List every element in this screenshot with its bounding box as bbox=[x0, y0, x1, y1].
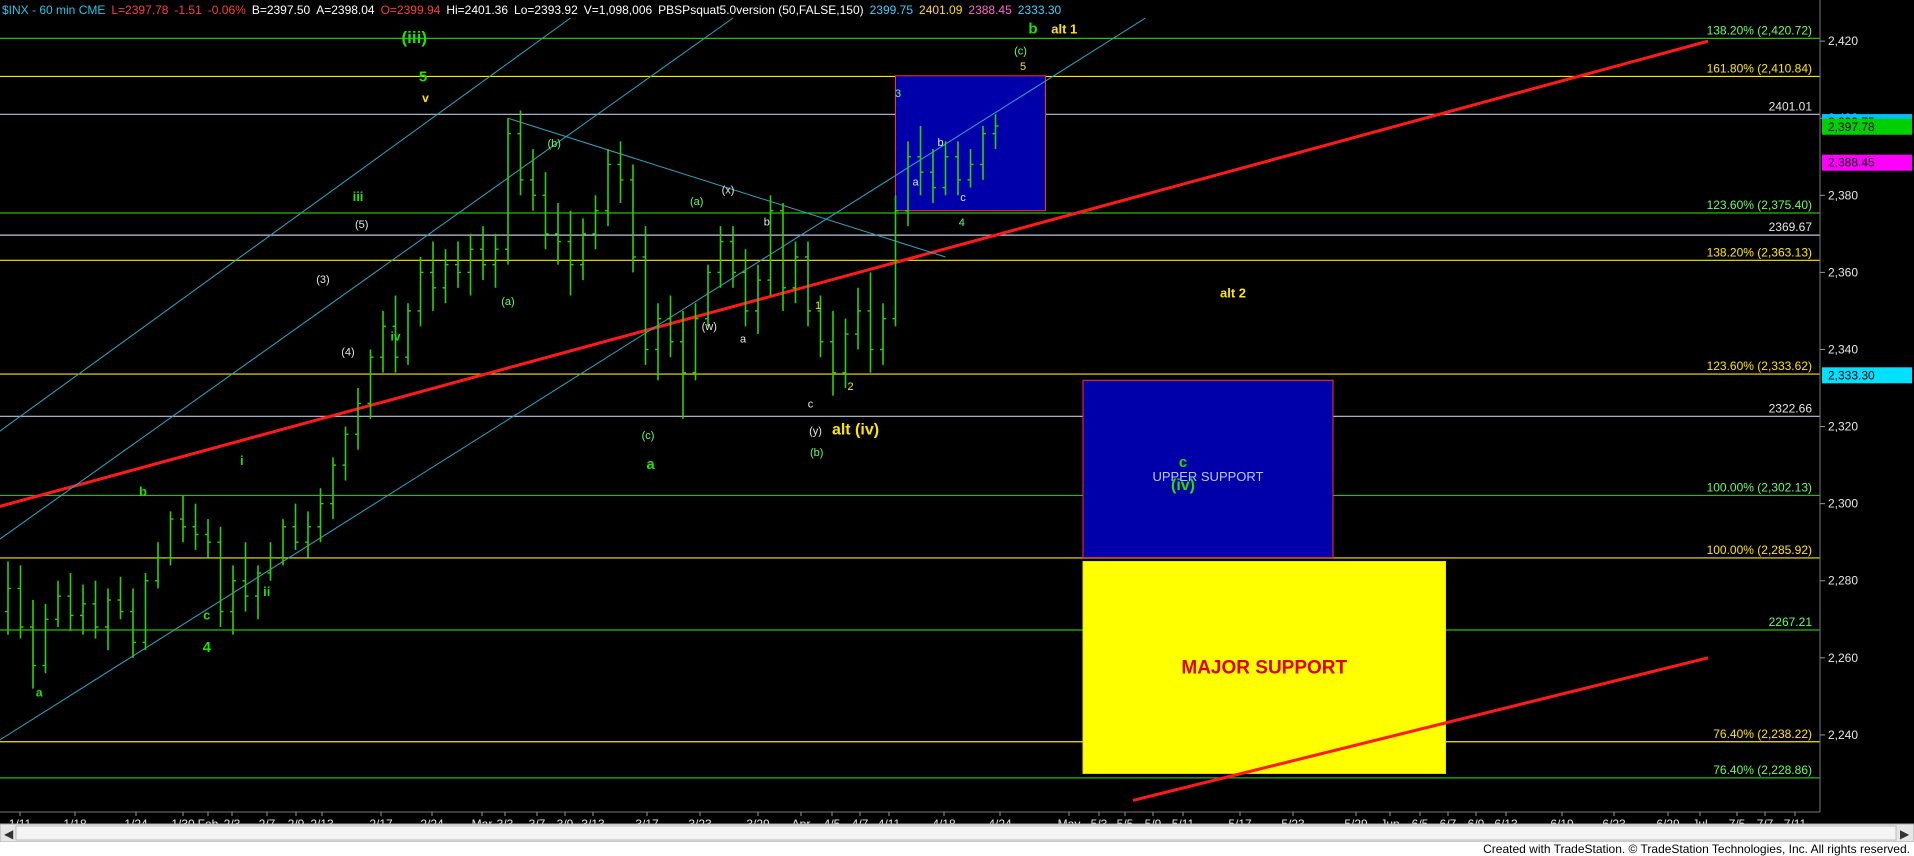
wave-label-5: (c) bbox=[1014, 46, 1027, 58]
wave-label-3: b bbox=[1028, 20, 1037, 37]
wave-label-34: (iv) bbox=[1171, 477, 1195, 494]
wave-label-22: (w) bbox=[702, 321, 717, 333]
scroll-right-icon: ▶ bbox=[1900, 827, 1910, 841]
header-field-10: PBSPsquat5.0version (50,FALSE,150) bbox=[658, 3, 863, 17]
wave-label-40: a bbox=[36, 685, 43, 699]
header-field-14: 2333.30 bbox=[1018, 3, 1062, 17]
wave-label-14: (x) bbox=[722, 184, 735, 196]
level-label-8: 100.00% (2,302.13) bbox=[1707, 480, 1812, 494]
wave-label-30: (c) bbox=[642, 430, 655, 442]
y-tick-label: 2,300 bbox=[1828, 497, 1858, 511]
level-label-12: 76.40% (2,228.86) bbox=[1713, 763, 1812, 777]
header-field-4: B=2397.50 bbox=[252, 3, 311, 17]
level-label-5: 138.20% (2,363.13) bbox=[1707, 245, 1812, 259]
y-tick-label: 2,320 bbox=[1828, 420, 1858, 434]
wave-label-37: ii bbox=[263, 584, 270, 599]
wave-label-18: (3) bbox=[316, 274, 329, 286]
price-chart: 138.20% (2,420.72) 161.80% (2,410.84) 2401… bbox=[0, 0, 1914, 856]
y-tick-label: 2,380 bbox=[1828, 188, 1858, 202]
wave-label-9: a bbox=[912, 177, 919, 189]
level-label-0: 138.20% (2,420.72) bbox=[1707, 23, 1812, 37]
y-tick-label: 2,240 bbox=[1828, 728, 1858, 742]
level-label-1: 161.80% (2,410.84) bbox=[1707, 61, 1812, 75]
header-field-9: V=1,098,006 bbox=[584, 3, 653, 17]
wave-label-15: b bbox=[764, 216, 770, 228]
wave-label-36: i bbox=[240, 453, 244, 468]
wave-label-13: (a) bbox=[690, 196, 703, 208]
footer-credit: Created with TradeStation. © TradeStatio… bbox=[1483, 842, 1910, 856]
wave-label-10: c bbox=[960, 192, 966, 204]
level-label-9: 100.00% (2,285.92) bbox=[1707, 543, 1812, 557]
level-label-6: 123.60% (2,333.62) bbox=[1707, 359, 1812, 373]
wave-label-0: (iii) bbox=[402, 28, 428, 47]
header-field-2: -1.51 bbox=[174, 3, 202, 17]
header-field-13: 2388.45 bbox=[968, 3, 1012, 17]
level-label-10: 2267.21 bbox=[1769, 615, 1813, 629]
wave-label-2: v bbox=[422, 91, 429, 105]
chart-area: 138.20% (2,420.72) 161.80% (2,410.84) 2401… bbox=[0, 0, 1914, 856]
wave-label-25: 2 bbox=[847, 381, 853, 393]
header-field-12: 2401.09 bbox=[919, 3, 963, 17]
level-label-3: 123.60% (2,375.40) bbox=[1707, 198, 1812, 212]
y-tick-label: 2,420 bbox=[1828, 34, 1858, 48]
header-field-1: L=2397.78 bbox=[111, 3, 168, 17]
header-field-8: Lo=2393.92 bbox=[514, 3, 578, 17]
wave-label-21: (a) bbox=[501, 296, 514, 308]
wave-label-8: b bbox=[937, 137, 943, 149]
header-field-6: O=2399.94 bbox=[381, 3, 441, 17]
level-label-11: 76.40% (2,238.22) bbox=[1713, 727, 1812, 741]
wave-label-1: 5 bbox=[419, 69, 427, 86]
wave-label-17: (5) bbox=[355, 219, 368, 231]
wave-label-26: c bbox=[808, 398, 814, 410]
wave-label-31: a bbox=[646, 456, 655, 473]
wave-label-19: (4) bbox=[341, 346, 354, 358]
header-field-5: A=2398.04 bbox=[316, 3, 375, 17]
wave-label-35: b bbox=[139, 484, 147, 499]
header-field-0: $INX - 60 min CME bbox=[2, 3, 105, 17]
wave-label-24: 1 bbox=[815, 300, 821, 312]
wave-label-16: iii bbox=[353, 189, 364, 204]
level-label-7: 2322.66 bbox=[1769, 401, 1813, 415]
level-label-2: 2401.01 bbox=[1769, 99, 1813, 113]
wave-label-6: 5 bbox=[1020, 61, 1026, 73]
y-tick-label: 2,360 bbox=[1828, 265, 1858, 279]
scroll-left-icon: ◀ bbox=[4, 827, 14, 841]
header-field-11: 2399.75 bbox=[870, 3, 914, 17]
price-tag-label: 2,333.30 bbox=[1828, 368, 1875, 382]
wave-label-20: iv bbox=[390, 330, 400, 344]
wave-label-23: a bbox=[740, 334, 747, 346]
wave-label-39: 4 bbox=[203, 639, 212, 656]
header-field-7: Hi=2401.36 bbox=[446, 3, 508, 17]
price-tag-label: 2,388.45 bbox=[1828, 156, 1875, 170]
y-tick-label: 2,260 bbox=[1828, 651, 1858, 665]
wave-label-7: 3 bbox=[895, 88, 901, 100]
wave-label-32: alt 2 bbox=[1220, 285, 1246, 300]
header-field-3: -0.06% bbox=[208, 3, 246, 17]
price-tag-label: 2,397.78 bbox=[1828, 120, 1875, 134]
wave-label-27: (y) bbox=[809, 425, 822, 437]
wave-label-28: (b) bbox=[810, 447, 823, 459]
wave-label-29: alt (iv) bbox=[832, 421, 879, 438]
wave-label-33: c bbox=[1179, 454, 1187, 471]
resistance-box bbox=[895, 75, 1046, 212]
wave-label-12: (b) bbox=[548, 138, 561, 150]
wave-label-11: 4 bbox=[959, 217, 965, 229]
level-label-4: 2369.67 bbox=[1769, 220, 1813, 234]
wave-label-38: c bbox=[203, 607, 210, 622]
wave-label-4: alt 1 bbox=[1051, 21, 1077, 36]
upper-support-box-label: UPPER SUPPORT bbox=[1152, 469, 1263, 484]
scrollbar-thumb bbox=[15, 825, 1897, 841]
y-tick-label: 2,280 bbox=[1828, 574, 1858, 588]
y-tick-label: 2,340 bbox=[1828, 342, 1858, 356]
major-support-box-label: MAJOR SUPPORT bbox=[1181, 657, 1347, 678]
